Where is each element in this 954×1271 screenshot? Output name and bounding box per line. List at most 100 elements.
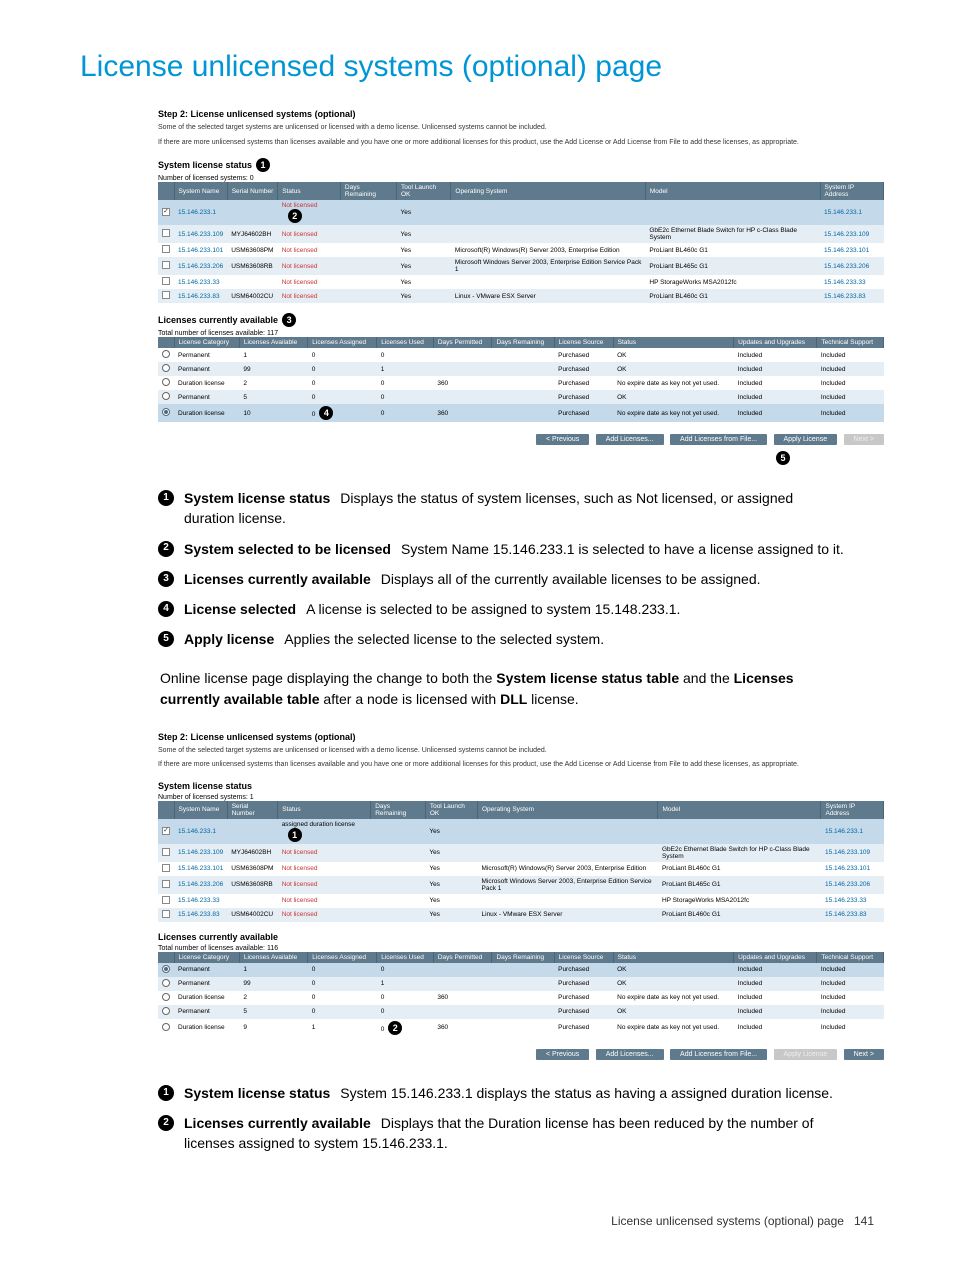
- table-row[interactable]: 15.146.233.83USM64002CUNot licensedYesLi…: [158, 289, 884, 303]
- table-row[interactable]: Duration license200360PurchasedNo expire…: [158, 991, 884, 1005]
- table-row[interactable]: Duration license10040360PurchasedNo expi…: [158, 404, 884, 422]
- ip-address: 15.146.233.109: [821, 844, 884, 862]
- table-row[interactable]: Duration license200360PurchasedNo expire…: [158, 376, 884, 390]
- row-checkbox[interactable]: [162, 229, 170, 237]
- updates-upgrades: Included: [734, 1005, 817, 1019]
- next-button[interactable]: Next >: [844, 1049, 884, 1060]
- table-row[interactable]: 15.146.233.83USM64002CUNot licensedYesLi…: [158, 908, 884, 922]
- model: ProLiant BL460c G1: [645, 243, 820, 257]
- previous-button[interactable]: < Previous: [536, 1049, 589, 1060]
- licenses-used: 02: [377, 1019, 434, 1037]
- table-row[interactable]: Permanent100PurchasedOKIncludedIncluded: [158, 963, 884, 977]
- page-title: License unlicensed systems (optional) pa…: [80, 50, 884, 84]
- row-checkbox[interactable]: [162, 827, 170, 835]
- operating-system: [451, 200, 645, 225]
- table-row[interactable]: 15.146.233.109MYJ64602BHNot licensedYesG…: [158, 844, 884, 862]
- table-row[interactable]: 15.146.233.101USM63608PMNot licensedYesM…: [158, 243, 884, 257]
- tool-launch-ok: Yes: [425, 819, 477, 844]
- row-checkbox[interactable]: [162, 848, 170, 856]
- table-row[interactable]: 15.146.233.33Not licensedYesHP StorageWo…: [158, 894, 884, 908]
- license-category: Permanent: [174, 390, 239, 404]
- row-checkbox[interactable]: [162, 880, 170, 888]
- row-checkbox[interactable]: [162, 277, 170, 285]
- table-row[interactable]: Permanent500PurchasedOKIncludedIncluded: [158, 1005, 884, 1019]
- table-row[interactable]: Permanent9901PurchasedOKIncludedIncluded: [158, 977, 884, 991]
- operating-system: [478, 894, 658, 908]
- row-radio[interactable]: [162, 364, 170, 372]
- callout-number: 2: [158, 1115, 174, 1131]
- column-header: Days Remaining: [492, 337, 554, 348]
- table-row[interactable]: 15.146.233.33Not licensedYesHP StorageWo…: [158, 275, 884, 289]
- row-radio[interactable]: [162, 378, 170, 386]
- ip-address: 15.146.233.101: [821, 862, 884, 876]
- technical-support: Included: [817, 977, 884, 991]
- column-header: Operating System: [478, 801, 658, 819]
- status: No expire date as key not yet used.: [613, 404, 734, 422]
- operating-system: Microsoft(R) Windows(R) Server 2003, Ent…: [478, 862, 658, 876]
- callout-legend-1: 1System license statusDisplays the statu…: [158, 488, 844, 650]
- add-licenses-button[interactable]: Add Licenses...: [596, 1049, 664, 1060]
- days-remaining: [492, 404, 554, 422]
- operating-system: Microsoft(R) Windows(R) Server 2003, Ent…: [451, 243, 645, 257]
- table-row[interactable]: 15.146.233.1Not licensed2Yes15.146.233.1: [158, 200, 884, 225]
- add-licenses-from-file-button[interactable]: Add Licenses from File...: [670, 434, 767, 445]
- row-radio[interactable]: [162, 979, 170, 987]
- license-source: Purchased: [554, 991, 613, 1005]
- status-cell: Not licensed: [278, 876, 371, 894]
- row-radio[interactable]: [162, 408, 170, 416]
- days-permitted: [433, 1005, 492, 1019]
- license-source: Purchased: [554, 977, 613, 991]
- row-checkbox[interactable]: [162, 896, 170, 904]
- row-radio[interactable]: [162, 392, 170, 400]
- licenses-assigned: 0: [308, 362, 377, 376]
- row-checkbox[interactable]: [162, 261, 170, 269]
- technical-support: Included: [817, 362, 884, 376]
- tool-launch-ok: Yes: [425, 876, 477, 894]
- status-cell: Not licensed: [278, 289, 341, 303]
- row-checkbox[interactable]: [162, 864, 170, 872]
- previous-button[interactable]: < Previous: [536, 434, 589, 445]
- tool-launch-ok: Yes: [397, 289, 451, 303]
- operating-system: [451, 275, 645, 289]
- apply-license-button[interactable]: Apply License: [774, 434, 838, 445]
- column-header: Status: [613, 952, 734, 963]
- add-licenses-button[interactable]: Add Licenses...: [596, 434, 664, 445]
- status-cell: Not licensed2: [278, 200, 341, 225]
- row-radio[interactable]: [162, 1007, 170, 1015]
- table-row[interactable]: Permanent100PurchasedOKIncludedIncluded: [158, 348, 884, 362]
- column-header: Licenses Assigned: [308, 952, 377, 963]
- callout-item: 2Licenses currently availableDisplays th…: [158, 1113, 844, 1154]
- table-row[interactable]: Duration license9102360PurchasedNo expir…: [158, 1019, 884, 1037]
- table-row[interactable]: Permanent9901PurchasedOKIncludedIncluded: [158, 362, 884, 376]
- callout-term: Apply license: [184, 631, 274, 647]
- status-cell: Not licensed: [278, 275, 341, 289]
- table-row[interactable]: 15.146.233.206USM63608RBNot licensedYesM…: [158, 257, 884, 275]
- table-row[interactable]: 15.146.233.1assigned duration license1Ye…: [158, 819, 884, 844]
- step-title: Step 2: License unlicensed systems (opti…: [158, 732, 884, 742]
- row-radio[interactable]: [162, 993, 170, 1001]
- row-checkbox[interactable]: [162, 245, 170, 253]
- table-row[interactable]: 15.146.233.101USM63608PMNot licensedYesM…: [158, 862, 884, 876]
- screenshot-2: Step 2: License unlicensed systems (opti…: [158, 732, 884, 1061]
- model: HP StorageWorks MSA2012fc: [645, 275, 820, 289]
- callout-marker-1: 1: [288, 828, 302, 842]
- total-licenses-count: Total number of licenses available: 116: [158, 945, 884, 952]
- row-checkbox[interactable]: [162, 291, 170, 299]
- add-licenses-from-file-button[interactable]: Add Licenses from File...: [670, 1049, 767, 1060]
- row-checkbox[interactable]: [162, 910, 170, 918]
- status-cell: assigned duration license1: [278, 819, 371, 844]
- ip-address: 15.146.233.101: [820, 243, 883, 257]
- row-radio[interactable]: [162, 965, 170, 973]
- column-header: Tool Launch OK: [425, 801, 477, 819]
- days-remaining: [340, 243, 396, 257]
- row-radio[interactable]: [162, 350, 170, 358]
- days-remaining: [371, 844, 426, 862]
- table-row[interactable]: Permanent500PurchasedOKIncludedIncluded: [158, 390, 884, 404]
- row-radio[interactable]: [162, 1023, 170, 1031]
- column-header: Days Permitted: [433, 337, 492, 348]
- updates-upgrades: Included: [734, 404, 817, 422]
- table-row[interactable]: 15.146.233.206USM63608RBNot licensedYesM…: [158, 876, 884, 894]
- table-row[interactable]: 15.146.233.109MYJ64602BHNot licensedYesG…: [158, 225, 884, 243]
- apply-license-button: Apply License: [774, 1049, 838, 1060]
- row-checkbox[interactable]: [162, 208, 170, 216]
